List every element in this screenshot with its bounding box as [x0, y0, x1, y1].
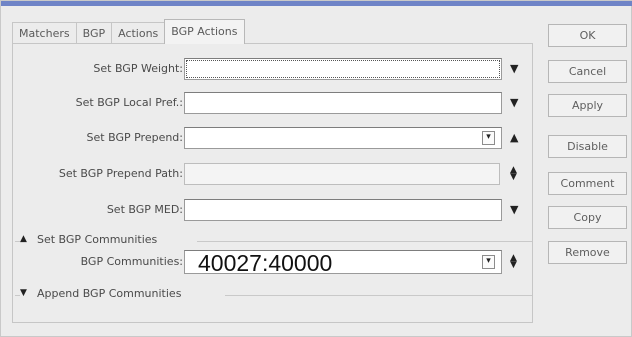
med-label: Set BGP MED:: [106, 203, 183, 216]
tab-strip: Matchers BGP Actions BGP Actions: [12, 19, 245, 44]
window: Matchers BGP Actions BGP Actions Set BGP…: [0, 0, 632, 337]
tab-bgp[interactable]: BGP: [75, 22, 113, 44]
local-pref-input[interactable]: [184, 92, 502, 114]
prepend-label: Set BGP Prepend:: [86, 131, 183, 144]
up-down-spinner-icon[interactable]: ▲ ▼: [510, 254, 517, 270]
mini-dropdown-button-icon[interactable]: ▾: [482, 255, 495, 269]
disable-button[interactable]: Disable: [548, 135, 627, 158]
section-divider: [197, 241, 532, 242]
communities-row: BGP Communities: 40027:40000 ▾ ▲ ▼: [13, 250, 534, 276]
triangle-up-icon[interactable]: ▲: [20, 234, 27, 244]
weight-row: Set BGP Weight: ▼: [13, 58, 534, 80]
med-input[interactable]: [184, 199, 502, 221]
bgp-actions-panel: Set BGP Weight: ▼ Set BGP Local Pref.: ▼…: [12, 43, 533, 323]
mini-dropdown-button-icon[interactable]: ▾: [482, 131, 495, 145]
triangle-down-icon[interactable]: ▼: [510, 96, 518, 110]
tab-matchers[interactable]: Matchers: [12, 22, 77, 44]
append-communities-section-header[interactable]: ▼ Append BGP Communities: [15, 287, 532, 303]
copy-button[interactable]: Copy: [548, 206, 627, 229]
weight-label: Set BGP Weight:: [93, 62, 183, 75]
prepend-input[interactable]: [184, 127, 502, 149]
tab-actions[interactable]: Actions: [111, 22, 166, 44]
communities-section-title: Set BGP Communities: [37, 233, 160, 246]
communities-label: BGP Communities:: [80, 255, 183, 268]
weight-input[interactable]: [184, 58, 502, 80]
local-pref-row: Set BGP Local Pref.: ▼: [13, 92, 534, 114]
local-pref-label: Set BGP Local Pref.:: [75, 96, 183, 109]
communities-section-header[interactable]: ▲ Set BGP Communities: [15, 233, 532, 249]
ok-button[interactable]: OK: [548, 24, 627, 47]
triangle-down-icon[interactable]: ▼: [510, 62, 518, 76]
communities-value: 40027:40000: [198, 250, 333, 276]
prepend-path-input[interactable]: [184, 163, 500, 185]
comment-button[interactable]: Comment: [548, 172, 627, 195]
prepend-path-label: Set BGP Prepend Path:: [58, 167, 183, 180]
up-down-spinner-icon[interactable]: ▲ ▼: [510, 166, 517, 182]
triangle-down-icon[interactable]: ▼: [20, 288, 27, 298]
remove-button[interactable]: Remove: [548, 241, 627, 264]
triangle-down-icon[interactable]: ▼: [510, 203, 518, 217]
apply-button[interactable]: Apply: [548, 94, 627, 117]
append-communities-section-title: Append BGP Communities: [37, 287, 184, 300]
prepend-path-row: Set BGP Prepend Path: ▲ ▼: [13, 163, 534, 185]
section-divider: [225, 295, 532, 296]
communities-input[interactable]: 40027:40000: [184, 250, 502, 276]
triangle-up-icon[interactable]: ▲: [510, 131, 518, 145]
tab-bgp-actions[interactable]: BGP Actions: [164, 19, 245, 44]
cancel-button[interactable]: Cancel: [548, 60, 627, 83]
prepend-row: Set BGP Prepend: ▾ ▲: [13, 127, 534, 149]
window-accent-bar: [1, 1, 632, 6]
med-row: Set BGP MED: ▼: [13, 199, 534, 221]
